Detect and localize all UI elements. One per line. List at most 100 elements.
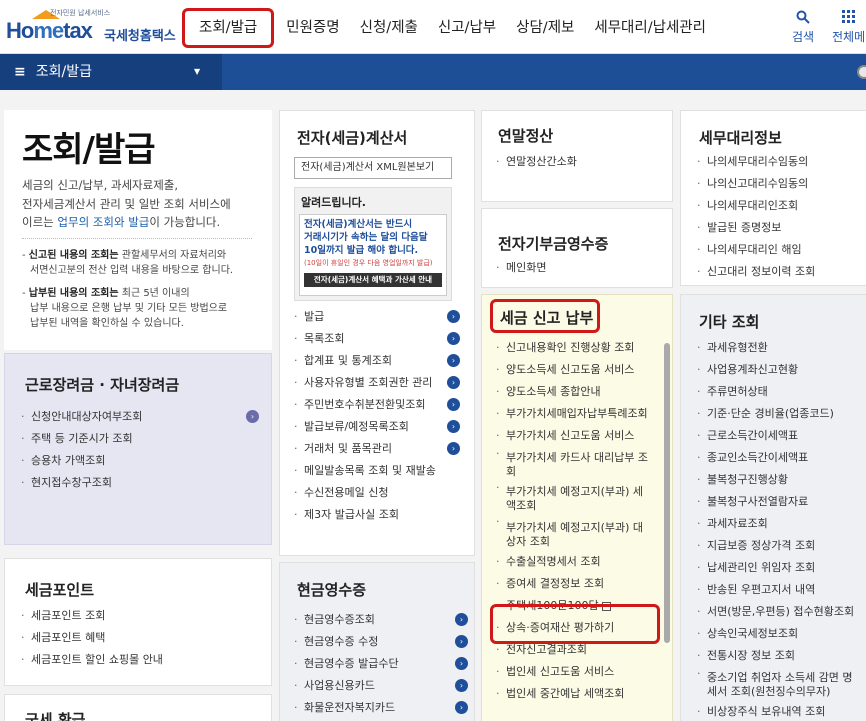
list-item[interactable]: 신고대리 정보이력 조회 [695,261,865,283]
note-paid: - 납부된 내용의 조회는 최근 5년 이내의 납부 내용으로 은행 납부 및 … [22,288,228,329]
list-item[interactable]: 메인화면 [494,257,664,279]
list-item[interactable]: 연말정산간소화 [494,151,664,173]
list-item[interactable]: 종교인소득간이세액표 [695,447,866,469]
circle-arrow-icon[interactable]: › [447,376,460,389]
intro-line: 전자세금계산서 관리 및 일반 조회 서비스에 [22,196,231,211]
circle-arrow-icon[interactable]: › [246,410,259,423]
list-item[interactable]: 기준·단순 경비율(업종코드) [695,403,866,425]
xml-viewer-button[interactable]: 전자(세금)계산서 XML원본보기 [294,157,452,179]
list-item[interactable]: 합계표 및 통계조회› [292,350,460,372]
list-item[interactable]: 증여세 결정정보 조회 [494,573,664,595]
hometax-logo[interactable]: 전자민원 납세서비스 Hometax 국세청홈택스 [6,8,176,48]
list-item[interactable]: 승용차 가액조회 [19,450,259,472]
search-icon [792,10,814,28]
list-item[interactable]: 나의세무대리수임동의 [695,151,865,173]
list-item[interactable]: 근로소득간이세액표 [695,425,866,447]
list-item[interactable]: 서면(방문,우편등) 접수현황조회 [695,601,866,623]
list-item[interactable]: 현지접수창구조회 [19,472,259,494]
list-item[interactable]: 법인세 중간예납 세액조회 [494,683,664,705]
list-item[interactable]: 주민번호수취분전환및조회› [292,394,460,416]
list-item[interactable]: 화물운전자복지카드› [292,697,468,719]
circle-arrow-icon[interactable]: › [447,420,460,433]
nav-item-application[interactable]: 신청/제출 [350,8,428,48]
all-menu-button[interactable]: 전체메 [832,10,865,45]
donation-receipt-panel: 전자기부금영수증 메인화면 [481,208,673,288]
logo-subtitle: 전자민원 납세서비스 [50,9,111,17]
nav-item-consult[interactable]: 상담/제보 [506,8,584,48]
circle-arrow-icon[interactable]: › [455,657,468,670]
toggle-icon[interactable] [857,65,866,79]
list-item[interactable]: 나의세무대리인조회 [695,195,865,217]
list-item[interactable]: 현금영수증조회› [292,609,468,631]
divider [22,238,252,239]
list-item[interactable]: 수출실적명세서 조회 [494,551,664,573]
list-item[interactable]: 주택 등 기준시가 조회 [19,428,259,450]
list-item[interactable]: 거래처 및 품목관리› [292,438,460,460]
list-item[interactable]: 현금영수증 수정› [292,631,468,653]
list-item[interactable]: 양도소득세 종합안내 [494,381,664,403]
list-item[interactable]: 양도소득세 신고도움 서비스 [494,359,664,381]
list-item[interactable]: 나의신고대리수임동의 [695,173,865,195]
list-item[interactable]: 세금포인트 혜택 [19,627,259,649]
list-item[interactable]: 중소기업 취업자 소득세 감면 명세서 조회(원천징수의무자) [695,667,866,701]
list-item[interactable]: 발급된 증명정보 [695,217,865,239]
list-item[interactable]: 지급보증 정상가격 조회 [695,535,866,557]
list-item[interactable]: 사업용계좌신고현황 [695,359,866,381]
nav-item-certificate[interactable]: 민원증명 [276,8,349,48]
list-item[interactable]: 부가가치세매입자납부특례조회 [494,403,664,425]
notice-box: 알려드립니다. 전자(세금)계산서는 반드시 거래시기가 속하는 달의 다음달 … [294,187,452,301]
nav-item-filing-payment[interactable]: 신고/납부 [428,8,506,48]
link-list: 메인화면 [494,257,664,279]
list-item[interactable]: 주류면허상태 [695,381,866,403]
list-item[interactable]: 나의세무대리인 해임 [695,239,865,261]
list-item[interactable]: 수신전용메일 신청 [292,482,460,504]
list-item[interactable]: 과세유형전환 [695,337,866,359]
list-item[interactable]: 사용자유형별 조회권한 관리› [292,372,460,394]
list-item[interactable]: 메일발송목록 조회 및 재발송 [292,460,460,482]
tax-point-panel: 세금포인트 세금포인트 조회 세금포인트 혜택 세금포인트 할인 쇼핑몰 안내 [4,558,272,686]
circle-arrow-icon[interactable]: › [447,332,460,345]
grid-menu-icon [832,10,865,28]
list-item[interactable]: 불복청구진행상황 [695,469,866,491]
list-item[interactable]: 세금포인트 조회 [19,605,259,627]
circle-arrow-icon[interactable]: › [455,701,468,714]
list-item[interactable]: 제3자 발급사실 조회 [292,504,460,526]
list-item[interactable]: 불복청구사전열람자료 [695,491,866,513]
circle-arrow-icon[interactable]: › [455,635,468,648]
list-item[interactable]: 비상장주식 보유내역 조회 [695,701,866,721]
list-item[interactable]: 과세자료조회 [695,513,866,535]
year-end-settlement-panel: 연말정산 연말정산간소화 [481,110,673,202]
circle-arrow-icon[interactable]: › [447,354,460,367]
list-item[interactable]: 상속인국세정보조회 [695,623,866,645]
penalty-guide-button[interactable]: 전자(세금)계산서 혜택과 가산세 안내 [304,273,442,287]
link-list: 연말정산간소화 [494,151,664,173]
list-item[interactable]: 부가가치세 신고도움 서비스 [494,425,664,447]
section-dropdown[interactable]: ≡ 조회/발급 ▼ [0,54,222,90]
list-item[interactable]: 부가가치세 카드사 대리납부 조회 [494,447,664,481]
panel-title: 전자(세금)계산서 [297,129,408,147]
circle-arrow-icon[interactable]: › [455,613,468,626]
circle-arrow-icon[interactable]: › [455,679,468,692]
list-item[interactable]: 목록조회› [292,328,460,350]
list-item[interactable]: 전통시장 정보 조회 [695,645,866,667]
circle-arrow-icon[interactable]: › [447,398,460,411]
scrollbar[interactable] [664,343,670,643]
list-item[interactable]: 발급› [292,306,460,328]
list-item[interactable]: 부가가치세 예정고지(부과) 대상자 조회 [494,515,664,551]
search-label: 검색 [792,30,815,44]
nav-item-inquiry-issue[interactable]: 조회/발급 [182,8,275,48]
list-item[interactable]: 납세관리인 위임자 조회 [695,557,866,579]
list-item[interactable]: 세금포인트 할인 쇼핑몰 안내 [19,649,259,671]
list-item[interactable]: 현금영수증 발급수단› [292,653,468,675]
list-item[interactable]: 반송된 우편고지서 내역 [695,579,866,601]
search-button[interactable]: 검색 [792,10,814,45]
list-item[interactable]: 신고내용확인 진행상황 조회 [494,337,664,359]
circle-arrow-icon[interactable]: › [447,442,460,455]
nav-item-tax-agent[interactable]: 세무대리/납세관리 [584,8,716,48]
list-item[interactable]: 사업용신용카드› [292,675,468,697]
list-item[interactable]: 발급보류/예정목록조회› [292,416,460,438]
list-item[interactable]: 신청안내대상자여부조회› [19,406,259,428]
list-item[interactable]: 법인세 신고도움 서비스 [494,661,664,683]
circle-arrow-icon[interactable]: › [447,310,460,323]
list-item[interactable]: 부가가치세 예정고지(부과) 세액조회 [494,481,664,515]
